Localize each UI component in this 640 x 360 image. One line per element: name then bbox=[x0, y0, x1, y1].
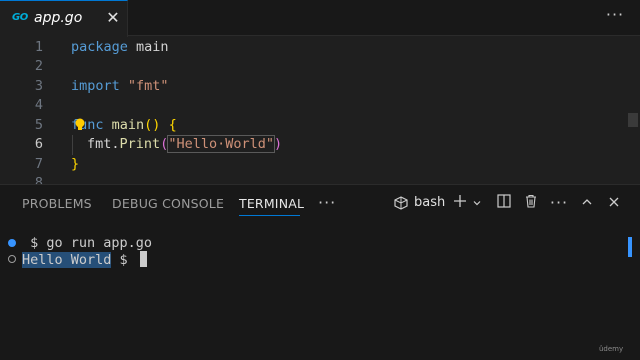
code-line[interactable]: 4 bbox=[0, 96, 620, 116]
code-token: ) bbox=[273, 136, 283, 152]
code-token: package bbox=[71, 38, 128, 55]
line-number: 4 bbox=[34, 97, 43, 113]
code-text: } bbox=[71, 155, 79, 175]
ellipsis-icon[interactable]: ··· bbox=[548, 193, 570, 213]
active-tab-indicator bbox=[239, 215, 300, 216]
add-terminal-icon[interactable] bbox=[452, 193, 468, 213]
code-text: func main() { bbox=[71, 116, 177, 136]
close-panel-icon[interactable] bbox=[606, 193, 622, 213]
editor-tab-bar: GO app.go ✕ ··· bbox=[0, 0, 640, 37]
tab-problems[interactable]: PROBLEMS bbox=[22, 196, 92, 211]
code-line[interactable]: 7} bbox=[0, 155, 620, 175]
code-token: . bbox=[111, 136, 120, 152]
command-pending-icon[interactable] bbox=[8, 255, 16, 263]
line-number: 3 bbox=[34, 77, 43, 94]
code-token: fmt bbox=[87, 136, 112, 152]
code-token: { bbox=[168, 116, 177, 133]
code-token: "Hello·World" bbox=[167, 135, 275, 153]
shell-name[interactable]: bash bbox=[414, 195, 445, 210]
code-token: main bbox=[127, 38, 169, 55]
ellipsis-icon[interactable]: ··· bbox=[318, 193, 336, 212]
ellipsis-icon[interactable]: ··· bbox=[604, 6, 626, 28]
code-token: main bbox=[111, 116, 145, 133]
maximize-panel-icon[interactable] bbox=[579, 193, 595, 213]
line-number: 7 bbox=[34, 155, 43, 172]
code-token: } bbox=[71, 155, 80, 172]
tab-app-go[interactable]: GO app.go ✕ bbox=[0, 0, 128, 37]
code-text: fmt.Print("Hello·World") bbox=[87, 135, 282, 155]
code-token: () bbox=[144, 116, 161, 133]
code-line[interactable]: 8 bbox=[0, 174, 620, 184]
close-icon[interactable]: ✕ bbox=[104, 7, 122, 29]
lightbulb-icon[interactable] bbox=[74, 118, 86, 132]
code-line[interactable]: 2 bbox=[0, 57, 620, 77]
code-text: package main bbox=[71, 38, 169, 58]
code-token: Print bbox=[119, 136, 161, 152]
terminal-cursor bbox=[139, 251, 147, 267]
line-number: 1 bbox=[34, 38, 43, 55]
bottom-panel: PROBLEMS DEBUG CONSOLE TERMINAL ··· bash… bbox=[0, 184, 640, 360]
code-line[interactable]: 3 import "fmt" bbox=[0, 77, 620, 97]
tab-terminal[interactable]: TERMINAL bbox=[239, 196, 304, 211]
command-success-icon[interactable] bbox=[8, 239, 16, 247]
trash-icon[interactable] bbox=[522, 193, 540, 213]
terminal-prompt: $ bbox=[111, 252, 136, 268]
code-token: import bbox=[71, 77, 120, 94]
editor-scrollbar[interactable] bbox=[628, 113, 638, 127]
tab-label: app.go bbox=[34, 10, 83, 26]
terminal[interactable]: $ go run app.go Hello World $ bbox=[0, 221, 640, 360]
go-file-icon: GO bbox=[12, 12, 28, 23]
code-editor[interactable]: 1 package main 2 3 import "fmt" 4 5 func main()… bbox=[0, 37, 640, 184]
panel-tabs: PROBLEMS DEBUG CONSOLE TERMINAL ··· bash… bbox=[0, 185, 640, 221]
terminal-shell-icon bbox=[394, 196, 408, 210]
line-number: 2 bbox=[34, 58, 43, 74]
terminal-command-line: $ go run app.go bbox=[22, 235, 153, 251]
code-line[interactable]: 5 func main() { bbox=[0, 116, 620, 136]
selected-output: Hello World bbox=[22, 252, 112, 268]
code-line[interactable]: 6 fmt.Print("Hello·World") bbox=[0, 135, 620, 155]
line-number: 8 bbox=[34, 175, 43, 184]
code-line[interactable]: 1 package main bbox=[0, 38, 620, 58]
split-terminal-icon[interactable] bbox=[495, 193, 513, 213]
terminal-output-line: Hello World $ bbox=[22, 251, 147, 268]
indent-guide bbox=[72, 135, 73, 155]
terminal-scrollbar[interactable] bbox=[628, 237, 632, 257]
line-number: 5 bbox=[34, 116, 43, 133]
code-token: "fmt" bbox=[127, 77, 169, 94]
watermark-logo: ûdemy bbox=[599, 345, 624, 353]
line-number: 6 bbox=[34, 136, 43, 152]
tab-debug-console[interactable]: DEBUG CONSOLE bbox=[112, 196, 224, 211]
code-text: import "fmt" bbox=[71, 77, 169, 97]
chevron-down-icon[interactable] bbox=[471, 193, 483, 213]
